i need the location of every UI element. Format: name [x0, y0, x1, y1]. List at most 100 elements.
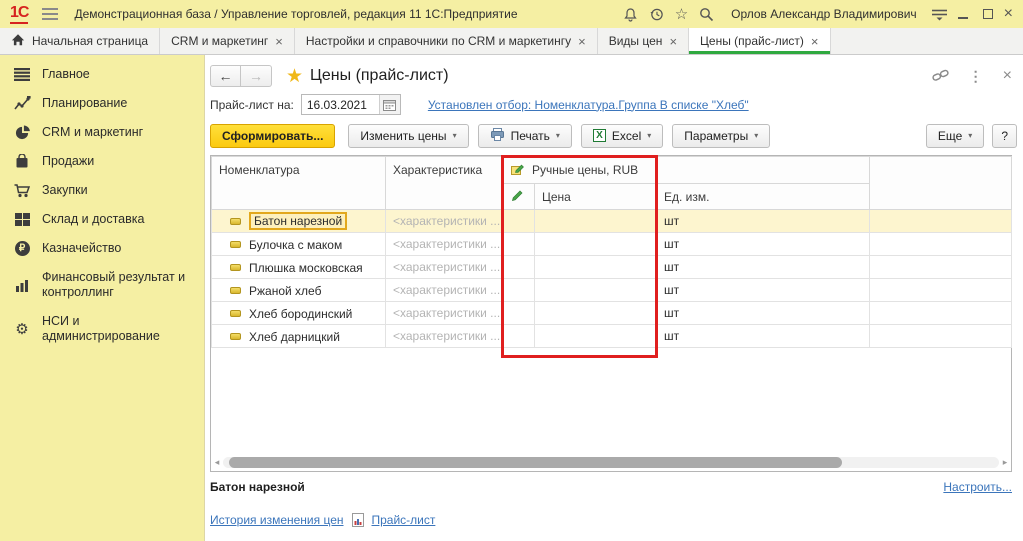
edit-flag-cell[interactable] [504, 210, 535, 233]
tab-close-icon[interactable]: × [275, 35, 283, 48]
help-button[interactable]: ? [992, 124, 1017, 148]
calendar-icon[interactable] [379, 95, 400, 114]
forward-button[interactable]: → [241, 65, 272, 87]
price-cell[interactable] [535, 210, 657, 233]
back-button[interactable]: ← [210, 65, 241, 87]
extra-cell [870, 325, 1012, 348]
edit-flag-cell[interactable] [504, 279, 535, 302]
window-close-button[interactable]: × [1004, 6, 1013, 22]
sidebar-item-main[interactable]: Главное [0, 60, 204, 89]
favorite-star-icon[interactable]: ★ [286, 67, 303, 86]
edit-flag-cell[interactable] [504, 233, 535, 256]
table-row[interactable]: Ржаной хлеб <характеристики ... шт [212, 279, 1012, 302]
parameters-button[interactable]: Параметры▾ [672, 124, 770, 148]
extra-cell [870, 302, 1012, 325]
column-header-price[interactable]: Цена [535, 184, 657, 210]
sidebar-item-sales[interactable]: Продажи [0, 147, 204, 176]
home-icon [11, 33, 25, 49]
sidebar-item-crm-marketing[interactable]: CRM и маркетинг [0, 118, 204, 147]
excel-button[interactable]: X Excel▾ [581, 124, 663, 148]
price-cell[interactable] [535, 233, 657, 256]
tab-bar: Начальная страница CRM и маркетинг × Нас… [0, 28, 1023, 55]
configure-link[interactable]: Настроить... [943, 480, 1012, 494]
table-row[interactable]: Плюшка московская <характеристики ... шт [212, 256, 1012, 279]
generate-button[interactable]: Сформировать... [210, 124, 335, 148]
edit-flag-cell[interactable] [504, 256, 535, 279]
report-document-icon [352, 513, 364, 527]
price-list-date-input[interactable] [302, 95, 379, 114]
sidebar-item-financial-result[interactable]: Финансовый результат и контроллинг [0, 263, 204, 307]
table-row[interactable]: Хлеб бородинский <характеристики ... шт [212, 302, 1012, 325]
tab-home[interactable]: Начальная страница [0, 28, 160, 54]
tab-label: Настройки и справочники по CRM и маркети… [306, 34, 571, 48]
column-header-unit[interactable]: Ед. изм. [657, 184, 870, 210]
edit-flag-cell[interactable] [504, 325, 535, 348]
excel-icon: X [593, 129, 606, 142]
sidebar-item-label: Продажи [42, 154, 94, 169]
sidebar-item-warehouse[interactable]: Склад и доставка [0, 205, 204, 234]
filter-link[interactable]: Установлен отбор: Номенклатура.Группа В … [428, 98, 749, 112]
more-button[interactable]: Еще▾ [926, 124, 984, 148]
scrollbar-thumb[interactable] [229, 457, 842, 468]
column-header-edit[interactable] [504, 184, 535, 210]
edit-flag-cell[interactable] [504, 302, 535, 325]
price-list-link[interactable]: Прайс-лист [372, 513, 436, 527]
tab-price-kinds[interactable]: Виды цен × [598, 28, 689, 54]
horizontal-scrollbar[interactable]: ◂ ▸ [213, 456, 1009, 469]
change-prices-button[interactable]: Изменить цены▾ [348, 124, 468, 148]
scrollbar-track[interactable] [223, 457, 999, 468]
column-header-manual-prices[interactable]: Ручные цены, RUB [504, 157, 657, 184]
item-characteristic: <характеристики ... [386, 233, 504, 256]
main-menu-icon[interactable] [42, 8, 58, 20]
window-minimize-button[interactable] [958, 10, 968, 19]
scroll-left-icon[interactable]: ◂ [213, 457, 221, 468]
titlebar: 1С Демонстрационная база / Управление то… [0, 0, 1023, 28]
tab-close-icon[interactable]: × [578, 35, 586, 48]
chevron-down-icon: ▾ [968, 131, 972, 140]
printer-icon [490, 128, 505, 144]
unit-cell: шт [657, 256, 870, 279]
tab-price-list[interactable]: Цены (прайс-лист) × [689, 28, 830, 54]
sidebar-item-treasury[interactable]: ₽ Казначейство [0, 234, 204, 263]
tab-label: Цены (прайс-лист) [700, 34, 804, 48]
column-header-characteristic[interactable]: Характеристика [386, 157, 504, 210]
sidebar-item-nsi-administration[interactable]: ⚙ НСИ и администрирование [0, 307, 204, 351]
price-cell[interactable] [535, 302, 657, 325]
warehouse-grid-icon [13, 213, 31, 226]
gear-icon: ⚙ [13, 322, 31, 337]
more-actions-icon[interactable]: ⋮ [969, 68, 983, 85]
tab-crm-marketing[interactable]: CRM и маркетинг × [160, 28, 295, 54]
get-link-icon[interactable] [932, 68, 949, 85]
favorites-star-icon[interactable]: ☆ [675, 7, 688, 22]
sidebar-item-label: Главное [42, 67, 90, 82]
search-icon[interactable] [699, 7, 714, 22]
column-header-nomenclature[interactable]: Номенклатура [212, 157, 386, 210]
price-cell[interactable] [535, 325, 657, 348]
bar-chart-icon [13, 279, 31, 292]
item-characteristic: <характеристики ... [386, 279, 504, 302]
scroll-right-icon[interactable]: ▸ [1001, 457, 1009, 468]
tab-close-icon[interactable]: × [811, 35, 819, 48]
sidebar-item-planning[interactable]: Планирование [0, 89, 204, 118]
history-icon[interactable] [649, 7, 664, 22]
table-row[interactable]: Батон нарезной <характеристики ... шт [212, 210, 1012, 233]
price-cell[interactable] [535, 279, 657, 302]
price-history-link[interactable]: История изменения цен [210, 513, 344, 527]
price-cell[interactable] [535, 256, 657, 279]
tab-crm-settings[interactable]: Настройки и справочники по CRM и маркети… [295, 28, 598, 54]
main-section-icon [13, 68, 31, 81]
window-maximize-button[interactable] [983, 9, 993, 19]
sidebar-item-purchases[interactable]: Закупки [0, 176, 204, 205]
tab-close-icon[interactable]: × [669, 35, 677, 48]
notifications-bell-icon[interactable] [623, 7, 638, 22]
tab-label: Виды цен [609, 34, 663, 48]
sidebar-item-label: Казначейство [42, 241, 121, 256]
sidebar-item-label: Планирование [42, 96, 127, 111]
item-icon [230, 287, 241, 294]
user-name[interactable]: Орлов Александр Владимирович [731, 7, 917, 21]
table-row[interactable]: Хлеб дарницкий <характеристики ... шт [212, 325, 1012, 348]
print-button[interactable]: Печать▾ [478, 124, 572, 148]
panel-close-icon[interactable]: × [1003, 68, 1012, 84]
table-row[interactable]: Булочка с маком <характеристики ... шт [212, 233, 1012, 256]
service-menu-icon[interactable] [932, 8, 947, 21]
